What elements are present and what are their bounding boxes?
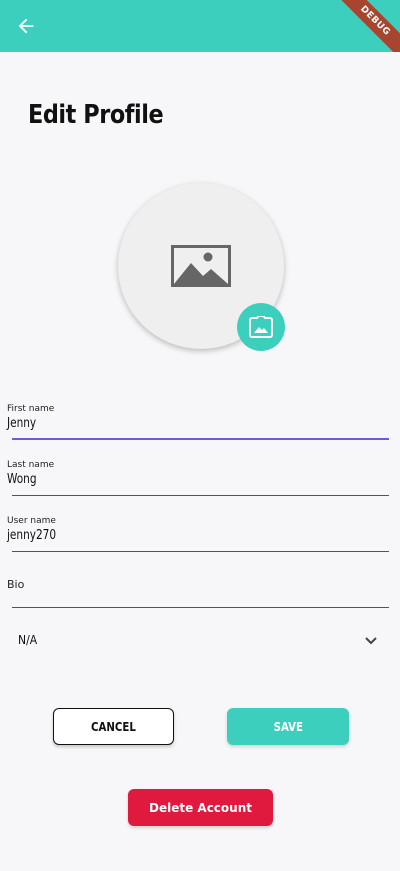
app-bar: DEBUG [0, 0, 400, 52]
bio-field[interactable]: Bio [7, 576, 389, 610]
last-name-value: Wong [7, 472, 37, 487]
camera-photo-icon [249, 316, 273, 338]
first-name-value: Jenny [7, 416, 37, 431]
page-title: Edit Profile [28, 100, 164, 130]
bio-underline [12, 607, 389, 608]
last-name-field[interactable]: Last name Wong [7, 458, 389, 498]
user-name-label: User name [7, 516, 56, 526]
user-name-underline [12, 551, 389, 552]
user-name-field[interactable]: User name jenny270 [7, 514, 389, 554]
bio-label: Bio [7, 578, 25, 591]
arrow-left-icon [18, 18, 34, 34]
change-photo-button[interactable] [237, 303, 285, 351]
dropdown-selected-value: N/A [18, 633, 38, 647]
status-dropdown[interactable]: N/A [12, 624, 382, 658]
save-button[interactable]: SAVE [227, 708, 349, 745]
first-name-field[interactable]: First name Jenny [7, 402, 389, 442]
delete-account-label: Delete Account [149, 800, 252, 815]
last-name-underline [12, 495, 389, 496]
cancel-button[interactable]: CANCEL [53, 708, 174, 745]
image-placeholder-icon [171, 245, 231, 287]
delete-account-button[interactable]: Delete Account [128, 789, 273, 826]
cancel-button-label: CANCEL [91, 719, 136, 734]
first-name-label: First name [7, 404, 55, 414]
back-button[interactable] [10, 10, 42, 42]
first-name-underline [12, 438, 389, 440]
save-button-label: SAVE [273, 719, 303, 734]
chevron-down-icon [365, 637, 377, 645]
last-name-label: Last name [7, 460, 55, 470]
user-name-value: jenny270 [7, 528, 57, 543]
debug-banner: DEBUG [329, 0, 400, 52]
